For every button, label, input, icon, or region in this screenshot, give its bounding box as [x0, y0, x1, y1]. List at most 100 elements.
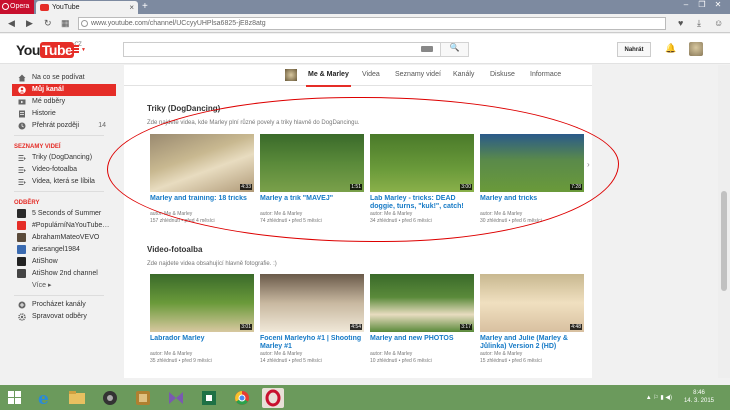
opera-logo-icon: [2, 3, 9, 10]
sidebar-item-label: 5 Seconds of Summer: [32, 210, 102, 217]
tab-close-icon[interactable]: ×: [129, 3, 134, 12]
sidebar-item-playlist[interactable]: Video-fotoalba: [0, 164, 116, 176]
photo-app-icon[interactable]: [132, 388, 154, 408]
heart-icon[interactable]: ♥: [678, 18, 683, 28]
video-title[interactable]: Focení Marleyho #1 | Shooting Marley #1: [260, 335, 364, 351]
page-scrollbar[interactable]: [718, 65, 730, 378]
sidebar-item-my-channel[interactable]: Můj kanál: [12, 84, 116, 96]
sidebar-item-subscriptions[interactable]: Mé odběry: [0, 96, 116, 108]
video-card[interactable]: 3:01 Labrador Marley autor: Me & Marley …: [150, 274, 254, 365]
logo-tube: Tube: [39, 42, 75, 58]
movie-app-icon[interactable]: [165, 388, 187, 408]
sidebar-item-subscription[interactable]: AtiShow: [0, 256, 116, 268]
stash-icon[interactable]: ☺: [714, 18, 723, 28]
scrollbar-thumb[interactable]: [721, 191, 727, 291]
video-card[interactable]: 3:17 Marley and new PHOTOS autor: Me & M…: [370, 274, 474, 365]
upload-button[interactable]: Nahrát: [617, 42, 651, 57]
sidebar-item-label: Video-fotoalba: [32, 166, 78, 173]
sidebar-item-playlist[interactable]: Videa, která se líbila: [0, 176, 116, 188]
windows-start-icon[interactable]: [8, 391, 22, 404]
download-icon[interactable]: ⤓: [697, 18, 701, 29]
video-author[interactable]: autor: Me & Marley: [150, 351, 254, 358]
video-title[interactable]: Marley and Julie (Marley & Jůlinka) Vers…: [480, 335, 584, 351]
media-player-icon[interactable]: [99, 388, 121, 408]
video-thumbnail[interactable]: 4:54: [260, 274, 364, 332]
home-icon: [18, 74, 26, 82]
video-thumbnail[interactable]: 3:17: [370, 274, 474, 332]
sidebar-item-history[interactable]: Historie: [0, 108, 116, 120]
channel-avatar: [17, 233, 26, 242]
video-author[interactable]: autor: Me & Marley: [370, 351, 474, 358]
sidebar-item-manage-subscriptions[interactable]: Spravovat odběry: [0, 311, 116, 323]
sidebar-item-label: #PopulárníNaYouTube…: [32, 222, 110, 229]
sidebar-item-subscription[interactable]: #PopulárníNaYouTube…: [0, 220, 116, 232]
taskbar-clock[interactable]: 8:46 14. 3. 2015: [684, 389, 714, 405]
youtube-header: YouTubeCZ ▼ 🔍 Nahrát 🔔: [0, 34, 730, 64]
chrome-icon[interactable]: [231, 388, 253, 408]
internet-explorer-icon[interactable]: e: [33, 388, 55, 409]
keyboard-icon[interactable]: [421, 46, 433, 52]
clock-time: 8:46: [693, 390, 705, 396]
video-author[interactable]: autor: Me & Marley: [480, 351, 584, 358]
search-input[interactable]: [123, 42, 441, 57]
minimize-button[interactable]: –: [678, 0, 694, 9]
search-button[interactable]: 🔍: [440, 42, 469, 57]
sidebar-item-browse-channels[interactable]: Procházet kanály: [0, 299, 116, 311]
sidebar-divider: [14, 191, 104, 192]
video-title[interactable]: Marley and new PHOTOS: [370, 335, 474, 351]
tab-title: YouTube: [52, 4, 80, 11]
forward-button[interactable]: ▶: [26, 18, 33, 29]
file-explorer-icon[interactable]: [66, 388, 88, 408]
sidebar-item-label: Historie: [32, 110, 56, 117]
channel-avatar: [17, 269, 26, 278]
reload-button[interactable]: ↻: [44, 18, 52, 29]
sidebar-item-watch-later[interactable]: Přehrát později 14: [0, 120, 116, 132]
tab-channels[interactable]: Kanály: [453, 71, 474, 78]
video-card[interactable]: 4:48 Marley and Julie (Marley & Jůlinka)…: [480, 274, 584, 365]
tab-home[interactable]: Me & Marley: [306, 71, 351, 87]
new-tab-button[interactable]: +: [142, 1, 148, 12]
user-avatar[interactable]: [689, 42, 703, 56]
channel-tabs: Me & Marley Videa Seznamy videí Kanály D…: [124, 65, 592, 87]
video-card[interactable]: 4:54 Focení Marleyho #1 | Shooting Marle…: [260, 274, 364, 365]
video-title[interactable]: Labrador Marley: [150, 335, 254, 351]
video-duration: 3:17: [460, 324, 472, 330]
video-thumbnail[interactable]: 4:48: [480, 274, 584, 332]
tab-discussion[interactable]: Diskuse: [490, 71, 515, 78]
excel-icon[interactable]: [198, 388, 220, 408]
video-author[interactable]: autor: Me & Marley: [260, 351, 364, 358]
sidebar-item-label: Na co se podívat: [32, 74, 85, 81]
sidebar-item-subscription[interactable]: AbrahamMateoVEVO: [0, 232, 116, 244]
close-window-button[interactable]: ✕: [710, 0, 726, 9]
channel-avatar[interactable]: [285, 69, 297, 81]
clock-date: 14. 3. 2015: [683, 398, 714, 404]
channel-avatar: [17, 257, 26, 266]
sidebar-item-subscription[interactable]: 5 Seconds of Summer: [0, 208, 116, 220]
video-stats: 15 zhlédnutí • před 6 měsíci: [480, 358, 542, 364]
video-thumbnail[interactable]: 3:01: [150, 274, 254, 332]
shelf-title[interactable]: Video-fotoalba: [147, 245, 592, 254]
notifications-bell-icon[interactable]: 🔔: [665, 43, 676, 54]
sidebar-more-link[interactable]: Více ▸: [0, 280, 116, 292]
video-duration: 4:54: [350, 324, 362, 330]
tab-videos[interactable]: Videa: [362, 71, 380, 78]
guide-menu-button[interactable]: ▼: [71, 45, 86, 53]
tab-playlists[interactable]: Seznamy videí: [395, 71, 441, 78]
opera-menu-button[interactable]: Opera: [0, 0, 34, 14]
opera-taskbar-icon[interactable]: [262, 388, 284, 408]
gear-icon: [18, 313, 26, 321]
back-button[interactable]: ◀: [8, 18, 15, 29]
maximize-button[interactable]: ❐: [694, 0, 710, 9]
browser-tab-youtube[interactable]: YouTube ×: [36, 1, 138, 14]
sidebar-item-subscription[interactable]: ariesangel1984: [0, 244, 116, 256]
url-field[interactable]: www.youtube.com/channel/UCcyyUHPlsa6825-…: [78, 17, 666, 30]
subscriptions-heading[interactable]: ODBĚRY: [0, 196, 116, 208]
speed-dial-icon[interactable]: ▦: [61, 18, 70, 29]
sidebar-item-playlist[interactable]: Triky (DogDancing): [0, 152, 116, 164]
tab-about[interactable]: Informace: [530, 71, 561, 78]
playlists-heading[interactable]: SEZNAMY VIDEÍ: [0, 140, 116, 152]
system-tray-icons[interactable]: ▲ ⚐ ▮ ◀): [646, 394, 672, 401]
logo-you: You: [16, 42, 40, 58]
sidebar-item-subscription[interactable]: AtiShow 2nd channel: [0, 268, 116, 280]
sidebar-item-what-to-watch[interactable]: Na co se podívat: [0, 72, 116, 84]
